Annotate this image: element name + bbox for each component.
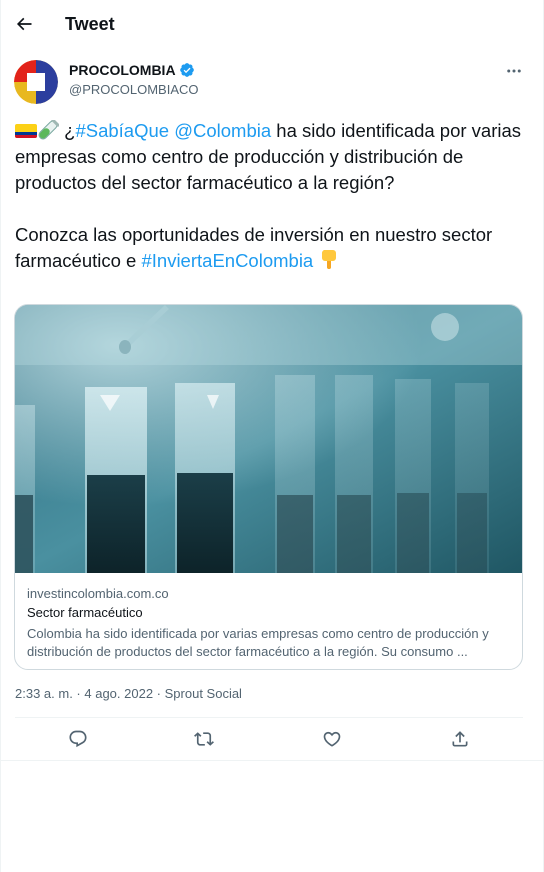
- arrow-left-icon: [16, 17, 32, 31]
- action-bar: [1, 718, 544, 760]
- like-icon: [323, 731, 341, 747]
- retweet-button[interactable]: [193, 728, 215, 750]
- question-open-mark: ¿: [64, 120, 76, 141]
- procolombia-logo-icon: [14, 60, 58, 104]
- more-options-button[interactable]: [501, 60, 527, 82]
- link-preview-card[interactable]: investincolombia.com.co Sector farmacéut…: [14, 304, 523, 670]
- tweet-source[interactable]: Sprout Social: [165, 686, 242, 701]
- verified-badge-icon: [179, 63, 194, 77]
- divider: [1, 760, 544, 761]
- back-button[interactable]: [9, 7, 39, 41]
- avatar[interactable]: [14, 60, 58, 104]
- card-description: Colombia ha sido identificada por varias…: [27, 626, 489, 659]
- tweet-time[interactable]: 2:33 a. m.: [15, 686, 73, 701]
- tweet-blank-line: [15, 196, 530, 222]
- hashtag-inviertaencolombia[interactable]: #InviertaEnColombia: [141, 250, 313, 271]
- author-name: PROCOLOMBIA: [69, 62, 176, 78]
- tweet-text: ¿#SabíaQue @Colombia ha sido identificad…: [15, 118, 530, 274]
- header: Tweet: [1, 0, 544, 50]
- colombia-flag-icon: [15, 124, 37, 138]
- tweet-meta: 2:33 a. m. · 4 ago. 2022 · Sprout Social: [15, 686, 242, 701]
- meta-separator: ·: [72, 686, 85, 701]
- retweet-icon: [194, 732, 214, 746]
- like-button[interactable]: [321, 728, 343, 750]
- card-domain: investincolombia.com.co: [27, 586, 169, 601]
- hashtag-sabiaque[interactable]: #SabíaQue: [75, 120, 169, 141]
- more-dots-icon: [507, 69, 521, 73]
- tweet-date[interactable]: 4 ago. 2022: [84, 686, 153, 701]
- tweet-paragraph-2: Conozca las oportunidades de inversión e…: [15, 222, 530, 274]
- card-image-lab-vials: [15, 305, 522, 573]
- reply-button[interactable]: [67, 728, 89, 750]
- share-button[interactable]: [449, 728, 471, 750]
- pointing-down-hand-icon: [322, 250, 337, 269]
- author-handle[interactable]: @PROCOLOMBIACO: [69, 82, 199, 97]
- tweet-paragraph-1: ¿#SabíaQue @Colombia ha sido identificad…: [15, 118, 530, 196]
- test-tube-icon: [38, 120, 59, 140]
- mention-colombia[interactable]: @Colombia: [174, 120, 271, 141]
- meta-separator: ·: [153, 686, 165, 701]
- card-title: Sector farmacéutico: [27, 605, 143, 620]
- reply-icon: [69, 730, 87, 748]
- page-title: Tweet: [65, 14, 115, 34]
- tweet-page: Tweet PROCOLOMBIA @PROCOLOMBIACO ¿#Sabía…: [0, 0, 544, 872]
- share-icon: [452, 731, 468, 747]
- author-name-row[interactable]: PROCOLOMBIA: [69, 62, 195, 78]
